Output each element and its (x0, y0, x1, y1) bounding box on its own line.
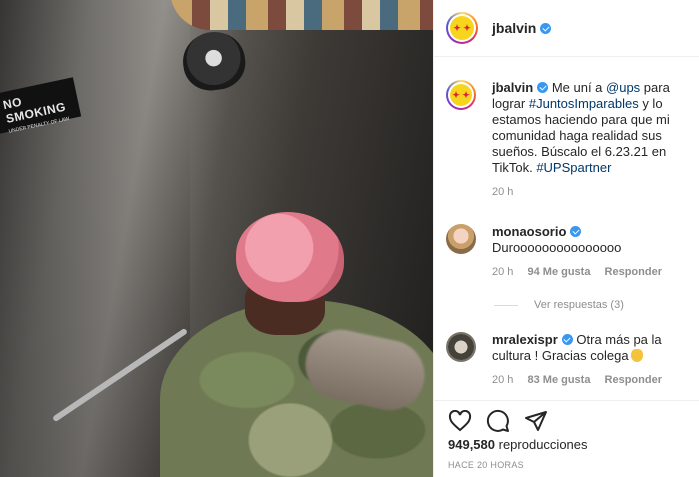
person-pink-hair (236, 212, 344, 302)
caption-username[interactable]: jbalvin (492, 80, 533, 95)
post-header: ✦ ✦ jbalvin (434, 0, 699, 57)
post-panel: ✦ ✦ jbalvin ✦ ✦ jbalvin Me uní a @ups pa… (433, 0, 699, 477)
views-label: reproducciones (498, 437, 588, 452)
comment-username[interactable]: mralexispr (492, 332, 558, 347)
comment-time[interactable]: 20 h (492, 266, 513, 278)
clap-emoji-icon (630, 349, 643, 362)
sticker-ceiling (170, 0, 433, 30)
comment-item: mralexispr Otra más pa la cultura ! Grac… (446, 332, 692, 388)
verified-icon (537, 82, 549, 93)
avatar[interactable] (446, 332, 476, 362)
caption-text-1: Me uní a (551, 80, 607, 95)
comment-likes[interactable]: 83 Me gusta (527, 374, 590, 386)
comment-text: Durooooooooooooooo (492, 240, 622, 255)
avatar[interactable] (446, 224, 476, 254)
comment-likes[interactable]: 94 Me gusta (527, 266, 590, 278)
comment-time[interactable]: 20 h (492, 374, 513, 386)
post-timestamp[interactable]: HACE 20 HORAS (434, 460, 699, 470)
verified-icon (561, 334, 573, 345)
view-replies-button[interactable]: Ver respuestas (3) (494, 299, 624, 311)
views-count[interactable]: 949,580 reproducciones (434, 437, 699, 452)
header-username[interactable]: jbalvin (492, 20, 552, 36)
post-video[interactable]: NO SMOKING UNDER PENALTY OF LAW (0, 0, 433, 477)
smiley-avatar-icon[interactable]: ✦ ✦ (446, 80, 476, 110)
share-icon[interactable] (524, 409, 548, 433)
verified-icon (540, 23, 552, 34)
view-replies-label: Ver respuestas (3) (534, 299, 624, 311)
comment-icon[interactable] (486, 409, 510, 433)
smiley-avatar-icon[interactable]: ✦ ✦ (446, 12, 478, 44)
heart-icon[interactable] (448, 410, 472, 432)
hashtag-link[interactable]: #JuntosImparables (529, 96, 639, 111)
caption: ✦ ✦ jbalvin Me uní a @ups para lograr #J… (446, 80, 692, 200)
caption-time[interactable]: 20 h (492, 186, 513, 198)
comment-item: monaosorio Durooooooooooooooo 20 h 94 Me… (446, 224, 692, 280)
reply-button[interactable]: Responder (605, 374, 662, 386)
divider (494, 304, 518, 306)
reply-button[interactable]: Responder (605, 266, 662, 278)
comments-list[interactable]: ✦ ✦ jbalvin Me uní a @ups para lograr #J… (434, 58, 699, 400)
action-bar (434, 401, 699, 441)
hashtag-link[interactable]: #UPSpartner (536, 160, 611, 175)
mention-link[interactable]: @ups (606, 80, 640, 95)
post-footer: 949,580 reproducciones HACE 20 HORAS (434, 400, 699, 477)
comment-username[interactable]: monaosorio (492, 224, 566, 239)
verified-icon (570, 226, 582, 237)
